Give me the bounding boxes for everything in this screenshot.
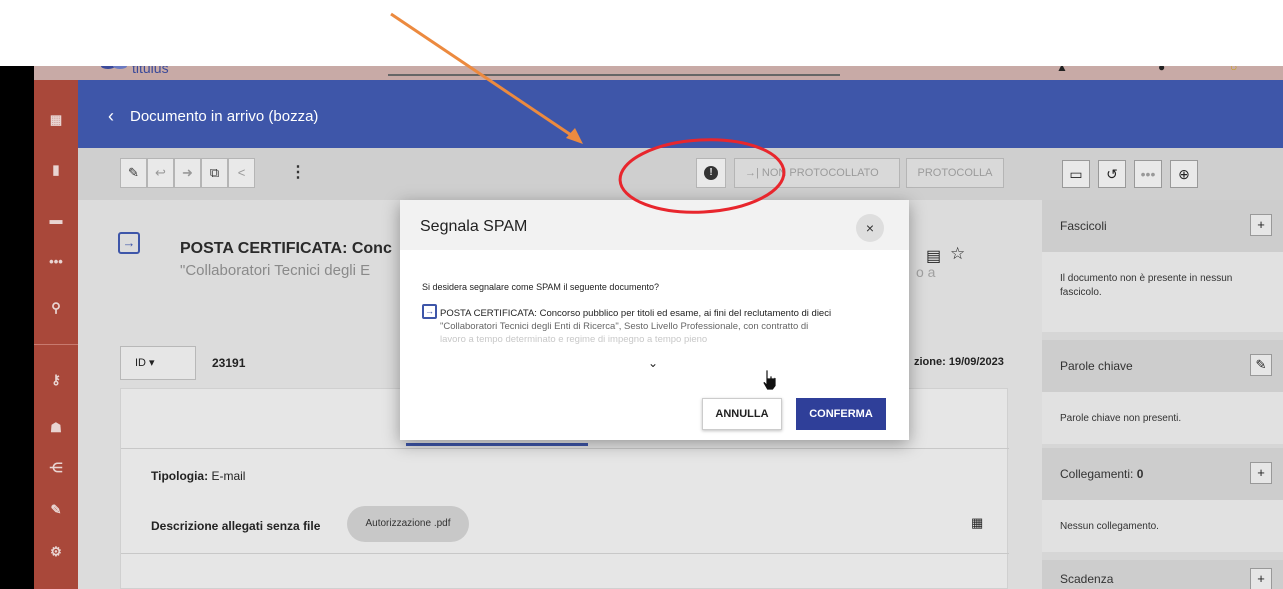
spam-dialog: Segnala SPAM × Si desidera segnalare com… bbox=[400, 200, 909, 440]
document-subtitle: "Collaboratori Tecnici degli E bbox=[180, 262, 371, 279]
sidebar-divider bbox=[34, 344, 78, 345]
scadenza-label: Scadenza bbox=[1060, 572, 1114, 586]
divider bbox=[121, 448, 1009, 449]
add-fascicolo-button[interactable]: + bbox=[1250, 214, 1272, 236]
collegamenti-count: 0 bbox=[1136, 467, 1144, 481]
bell-icon[interactable]: ▲ bbox=[1056, 66, 1068, 74]
right-toolbar: ▭ ↺ ••• ⊕ bbox=[1042, 148, 1283, 200]
fascicoli-body: Il documento non è presente in nessun fa… bbox=[1042, 252, 1283, 332]
logo-icon bbox=[101, 66, 127, 69]
grid-icon[interactable]: ▦ bbox=[971, 515, 983, 531]
star-icon[interactable]: ☆ bbox=[950, 244, 965, 264]
more-icon[interactable]: ••• bbox=[46, 252, 66, 272]
history-icon[interactable]: ↺ bbox=[1098, 160, 1126, 188]
forward-icon[interactable]: ➜ bbox=[174, 158, 201, 188]
tipologia-label: Tipologia: bbox=[151, 469, 209, 483]
tipologia-value: E-mail bbox=[211, 469, 246, 483]
search-icon[interactable]: ⚲ bbox=[46, 298, 66, 318]
dialog-title: Segnala SPAM bbox=[420, 218, 528, 235]
right-panel: Fascicoli + Il documento non è presente … bbox=[1042, 200, 1283, 589]
copy-icon[interactable]: ⧉ bbox=[201, 158, 228, 188]
wrench-icon[interactable]: ✎ bbox=[46, 500, 66, 520]
tipologia-row: Tipologia: E-mail bbox=[151, 469, 245, 483]
more-horiz-icon[interactable]: ••• bbox=[1134, 160, 1162, 188]
clipboard-icon[interactable]: ▤ bbox=[926, 246, 941, 266]
parole-chiave-body: Parole chiave non presenti. bbox=[1042, 392, 1283, 444]
key-icon[interactable]: ⚷ bbox=[46, 370, 66, 390]
collegamenti-title: Collegamenti: bbox=[1060, 467, 1134, 481]
page-title: Documento in arrivo (bozza) bbox=[130, 108, 319, 125]
id-select[interactable]: ID ▾ bbox=[120, 346, 196, 380]
search-input[interactable] bbox=[388, 74, 840, 76]
edit-icon[interactable]: ✎ bbox=[1250, 354, 1272, 376]
toolbar-actions: ✎ ↩ ➜ ⧉ < bbox=[120, 158, 255, 188]
doc-line-2: "Collaboratori Tecnici degli Enti di Ric… bbox=[440, 321, 809, 332]
doc-line-3: lavoro a tempo determinato e regime di i… bbox=[440, 334, 708, 345]
add-scadenza-button[interactable]: + bbox=[1250, 568, 1272, 589]
collegamenti-header: Collegamenti: 0 + bbox=[1042, 448, 1283, 500]
share-icon[interactable]: < bbox=[228, 158, 255, 188]
parole-chiave-label: Parole chiave bbox=[1060, 359, 1133, 373]
parole-chiave-text: Parole chiave non presenti. bbox=[1060, 413, 1182, 424]
dialog-header: Segnala SPAM × bbox=[400, 200, 909, 250]
dashboard-icon[interactable]: ▦ bbox=[46, 110, 66, 130]
close-icon[interactable]: × bbox=[856, 214, 884, 242]
protocolla-button[interactable]: PROTOCOLLA bbox=[906, 158, 1004, 188]
folder-icon[interactable]: ▬ bbox=[46, 210, 66, 230]
chevron-down-icon[interactable]: ⌄ bbox=[648, 356, 658, 370]
cancel-button[interactable]: ANNULLA bbox=[702, 398, 782, 430]
dialog-question: Si desidera segnalare come SPAM il segue… bbox=[422, 282, 659, 292]
users-icon[interactable]: ☗ bbox=[46, 418, 66, 438]
reply-icon[interactable]: ↩ bbox=[147, 158, 174, 188]
divider bbox=[121, 553, 1009, 554]
registration-date: zione: 19/09/2023 bbox=[914, 356, 1004, 368]
spam-button[interactable]: ! bbox=[696, 158, 726, 188]
confirm-button[interactable]: CONFERMA bbox=[796, 398, 886, 430]
non-protocollato-button[interactable]: →| NON PROTOCOLLATO bbox=[734, 158, 900, 188]
fascicoli-header: Fascicoli + bbox=[1042, 200, 1283, 252]
collegamenti-label: Collegamenti: 0 bbox=[1060, 467, 1143, 481]
left-border bbox=[0, 66, 34, 589]
attachment-chip[interactable]: Autorizzazione .pdf bbox=[347, 506, 469, 542]
user-icon[interactable]: ○ bbox=[1230, 66, 1237, 74]
document-title: POSTA CERTIFICATA: Conc bbox=[180, 240, 392, 257]
id-value: 23191 bbox=[212, 356, 246, 370]
fascicoli-text: Il documento non è presente in nessun fa… bbox=[1060, 273, 1233, 298]
app-topbar: titulus ▲ ● ○ bbox=[34, 66, 1283, 80]
descrizione-allegati-label: Descrizione allegati senza file bbox=[151, 519, 321, 533]
document-subtitle-tail: o a bbox=[916, 264, 936, 280]
edit-icon[interactable]: ✎ bbox=[120, 158, 147, 188]
incoming-document-icon: → bbox=[422, 304, 437, 319]
screenshot: titulus ▲ ● ○ ▦ ▮ ▬ ••• ⚲ ⚷ ☗ ⋲ ✎ ⚙ ‹ Do… bbox=[0, 0, 1283, 589]
parole-chiave-header: Parole chiave ✎ bbox=[1042, 340, 1283, 392]
app-logo: titulus bbox=[132, 66, 169, 76]
gear-icon[interactable]: ⚙ bbox=[46, 542, 66, 562]
dialog-document-text: POSTA CERTIFICATA: Concorso pubblico per… bbox=[440, 307, 896, 346]
tree-icon[interactable]: ⋲ bbox=[46, 458, 66, 478]
add-collegamento-button[interactable]: + bbox=[1250, 462, 1272, 484]
scadenza-header: Scadenza + bbox=[1042, 560, 1283, 589]
collegamenti-text: Nessun collegamento. bbox=[1060, 521, 1159, 532]
more-vert-icon[interactable]: ⋮ bbox=[290, 162, 306, 182]
sidebar: ▦ ▮ ▬ ••• ⚲ ⚷ ☗ ⋲ ✎ ⚙ bbox=[34, 80, 78, 589]
doc-line-1: POSTA CERTIFICATA: Concorso pubblico per… bbox=[440, 308, 832, 319]
incoming-document-icon: → bbox=[118, 232, 140, 254]
fascicoli-label: Fascicoli bbox=[1060, 219, 1107, 233]
active-tab-indicator bbox=[406, 443, 588, 446]
document-icon[interactable]: ▮ bbox=[46, 160, 66, 180]
help-icon[interactable]: ● bbox=[1158, 66, 1165, 74]
collegamenti-body: Nessun collegamento. bbox=[1042, 500, 1283, 552]
globe-icon[interactable]: ⊕ bbox=[1170, 160, 1198, 188]
hand-cursor-icon bbox=[762, 369, 777, 391]
document-toolbar: ✎ ↩ ➜ ⧉ < ⋮ ! →| NON PROTOCOLLATO PROTOC… bbox=[78, 148, 1042, 200]
chevron-left-icon[interactable]: ‹ bbox=[108, 106, 114, 127]
comment-icon[interactable]: ▭ bbox=[1062, 160, 1090, 188]
exclamation-circle-icon: ! bbox=[704, 166, 718, 180]
page-header: ‹ Documento in arrivo (bozza) bbox=[78, 80, 1283, 148]
